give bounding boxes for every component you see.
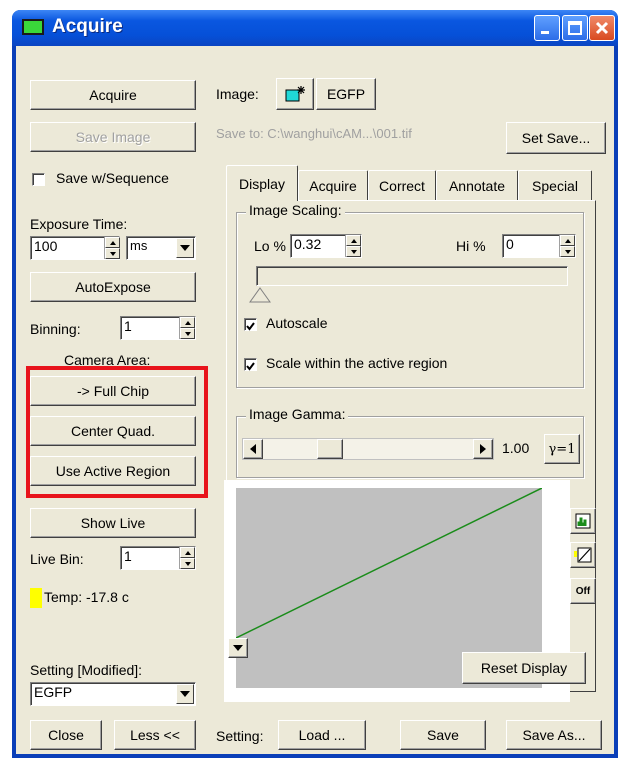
window-title: Acquire	[52, 16, 123, 37]
save-button[interactable]: Save	[400, 720, 486, 750]
autoscale-checkbox[interactable]	[244, 318, 257, 331]
image-scaling-title: Image Scaling:	[246, 202, 345, 218]
gamma-reset-button[interactable]: γ=1	[544, 434, 580, 464]
spin-up-icon[interactable]	[105, 237, 120, 248]
maximize-button[interactable]	[562, 15, 588, 41]
scaling-range-track[interactable]	[256, 266, 568, 286]
binning-label: Binning:	[30, 321, 81, 337]
spin-up-icon[interactable]	[346, 235, 361, 246]
binning-spinner[interactable]	[179, 317, 195, 339]
histogram-icon	[575, 513, 591, 529]
exposure-spinner[interactable]	[104, 237, 120, 259]
live-bin-label: Live Bin:	[30, 551, 84, 567]
exposure-unit-dropdown[interactable]	[176, 238, 194, 258]
set-save-button[interactable]: Set Save...	[506, 122, 606, 154]
app-icon	[22, 19, 44, 35]
exposure-label: Exposure Time:	[30, 216, 128, 232]
minimize-icon	[541, 31, 549, 34]
exposure-unit-value: ms	[130, 238, 148, 253]
reset-display-button[interactable]: Reset Display	[462, 652, 586, 684]
curve-button[interactable]	[570, 542, 596, 568]
scale-active-label: Scale within the active region	[266, 355, 448, 371]
hi-value: 0	[506, 236, 514, 252]
autoscale-label: Autoscale	[266, 315, 328, 331]
less-button[interactable]: Less <<	[114, 720, 196, 750]
scale-active-checkbox[interactable]	[244, 358, 257, 371]
close-icon	[595, 21, 609, 35]
tab-annotate[interactable]: Annotate	[436, 170, 518, 200]
chevron-down-icon	[233, 645, 243, 651]
minimize-button[interactable]	[534, 15, 560, 41]
curve-icon	[574, 547, 592, 563]
spin-up-icon[interactable]	[560, 235, 575, 246]
setting-select[interactable]: EGFP	[30, 682, 196, 706]
hi-spinner[interactable]	[559, 235, 575, 257]
spin-down-icon[interactable]	[180, 558, 195, 569]
autoexpose-button[interactable]: AutoExpose	[30, 272, 196, 302]
scroll-right-button[interactable]	[473, 439, 493, 459]
save-sequence-label: Save w/Sequence	[56, 170, 169, 186]
spin-down-icon[interactable]	[560, 246, 575, 257]
checkmark-icon	[246, 322, 255, 331]
chevron-down-icon	[180, 245, 190, 251]
tab-correct[interactable]: Correct	[368, 170, 436, 200]
camera-area-highlight	[26, 366, 208, 498]
load-button[interactable]: Load ...	[278, 720, 366, 750]
curve-menu-button[interactable]	[228, 638, 248, 658]
setting-value: EGFP	[34, 684, 73, 700]
tab-display[interactable]: Display	[226, 165, 298, 201]
tab-acquire[interactable]: Acquire	[298, 170, 368, 200]
maximize-icon	[568, 21, 582, 35]
chevron-down-icon	[180, 691, 190, 697]
acquire-button[interactable]: Acquire	[30, 80, 196, 110]
setting-label: Setting [Modified]:	[30, 662, 143, 678]
live-bin-value: 1	[124, 548, 132, 564]
close-button[interactable]: Close	[30, 720, 102, 750]
scroll-right-icon	[480, 444, 486, 454]
bottom-setting-label: Setting:	[216, 728, 264, 744]
live-bin-spinner[interactable]	[179, 547, 195, 569]
spin-down-icon[interactable]	[346, 246, 361, 257]
gamma-scroll-thumb[interactable]	[317, 439, 343, 459]
acquire-window: Acquire Acquire Save Image Save w/Sequen…	[12, 10, 618, 758]
show-live-button[interactable]: Show Live	[30, 508, 196, 538]
gamma-value: 1.00	[502, 440, 530, 456]
spin-up-icon[interactable]	[180, 547, 195, 558]
scroll-left-icon	[250, 444, 256, 454]
lo-value: 0.32	[294, 236, 322, 252]
save-image-button[interactable]: Save Image	[30, 122, 196, 152]
gamma-scrollbar[interactable]	[242, 438, 494, 460]
temp-indicator	[30, 588, 42, 608]
title-bar[interactable]: Acquire	[12, 10, 618, 46]
lo-label: Lo %	[254, 238, 286, 254]
temp-label: Temp: -17.8 c	[44, 589, 129, 605]
image-name-button[interactable]: EGFP	[316, 78, 376, 110]
spin-up-icon[interactable]	[180, 317, 195, 328]
off-button[interactable]: Off	[570, 578, 596, 604]
setting-dropdown[interactable]	[176, 684, 194, 704]
scaling-slider-thumb[interactable]	[248, 286, 272, 304]
new-image-icon	[285, 86, 305, 102]
save-sequence-checkbox[interactable]	[32, 173, 45, 186]
image-gamma-title: Image Gamma:	[246, 406, 349, 422]
close-window-button[interactable]	[589, 15, 615, 41]
new-image-button[interactable]	[276, 78, 314, 110]
lo-spinner[interactable]	[345, 235, 361, 257]
checkmark-icon	[246, 362, 255, 371]
image-label: Image:	[216, 86, 259, 102]
histogram-button[interactable]	[570, 508, 596, 534]
spin-down-icon[interactable]	[180, 328, 195, 339]
spin-down-icon[interactable]	[105, 248, 120, 259]
exposure-value: 100	[34, 238, 58, 254]
client-area: Acquire Save Image Save w/Sequence Expos…	[16, 46, 614, 754]
binning-value: 1	[124, 318, 132, 334]
save-as-button[interactable]: Save As...	[506, 720, 602, 750]
scroll-left-button[interactable]	[243, 439, 263, 459]
save-to-label: Save to: C:\wanghui\cAM...\001.tif	[216, 126, 412, 141]
hi-label: Hi %	[456, 238, 486, 254]
tab-special[interactable]: Special	[518, 170, 592, 200]
